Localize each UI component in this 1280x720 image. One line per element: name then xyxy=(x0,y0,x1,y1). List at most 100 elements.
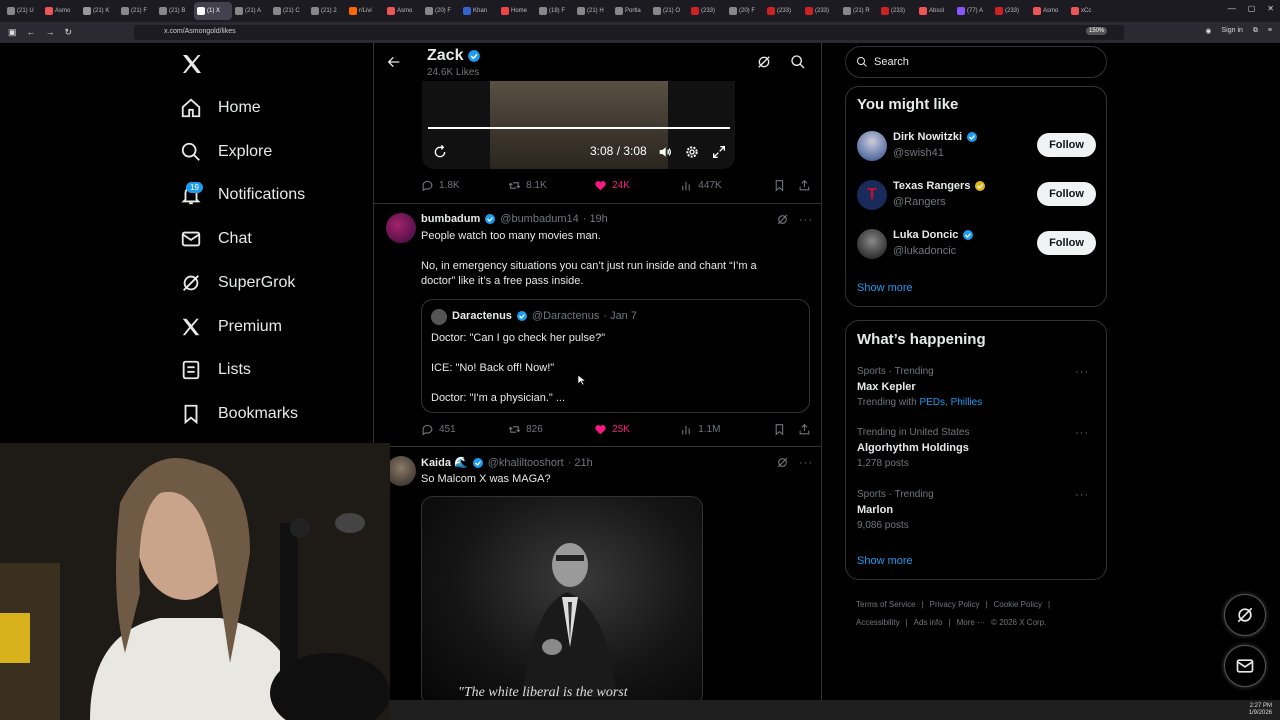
trend-item[interactable]: Sports · Trending Marlon 9,086 posts ··· xyxy=(857,489,1097,531)
like-button[interactable]: 25K xyxy=(594,423,680,436)
grok-icon[interactable] xyxy=(776,213,789,226)
timestamp[interactable]: · 21h xyxy=(568,457,593,469)
nav-supergrok[interactable]: SuperGrok xyxy=(180,268,295,298)
browser-tab[interactable]: r/Livi xyxy=(346,2,384,20)
window-controls[interactable]: — ▢ ✕ xyxy=(1228,4,1274,13)
follow-suggestion[interactable]: Luka Doncic @lukadoncic Follow xyxy=(857,227,1097,261)
browser-tab[interactable]: (21) F xyxy=(118,2,156,20)
rangers-logo-icon[interactable]: T xyxy=(857,180,887,210)
browser-tab[interactable]: (21) R xyxy=(840,2,878,20)
avatar[interactable] xyxy=(857,131,887,161)
follow-suggestion[interactable]: T Texas Rangers @Rangers Follow xyxy=(857,178,1097,212)
zoom-level[interactable]: 150% xyxy=(1086,27,1108,35)
footer-link[interactable]: Accessibility xyxy=(856,618,900,627)
extensions-icon[interactable]: ⧉ xyxy=(1253,27,1258,35)
grok-icon[interactable] xyxy=(776,456,789,469)
browser-tab[interactable]: (21) 2 xyxy=(308,2,346,20)
views-button[interactable]: 1.1M xyxy=(680,423,773,436)
follow-suggestion[interactable]: Dirk Nowitzki @swish41 Follow xyxy=(857,129,1097,163)
browser-tab[interactable]: (77) A xyxy=(954,2,992,20)
browser-tab[interactable]: (233) xyxy=(992,2,1030,20)
share-icon[interactable] xyxy=(798,423,811,436)
messages-fab-button[interactable] xyxy=(1224,645,1266,687)
handle[interactable]: @bumbadum14 xyxy=(500,213,578,225)
nav-premium[interactable]: Premium xyxy=(180,312,282,342)
avatar[interactable] xyxy=(386,213,416,243)
follow-button[interactable]: Follow xyxy=(1037,133,1096,157)
browser-tab[interactable]: (21) C xyxy=(270,2,308,20)
browser-tab[interactable]: Asmo xyxy=(384,2,422,20)
browser-tab[interactable]: (233) xyxy=(878,2,916,20)
reply-button[interactable]: 1.8K xyxy=(421,179,508,192)
refresh-icon[interactable] xyxy=(756,54,772,70)
bookmark-icon[interactable] xyxy=(773,179,786,192)
menu-icon[interactable]: ≡ xyxy=(1268,27,1272,35)
browser-tab[interactable]: Portla xyxy=(612,2,650,20)
sidebar-toggle-icon[interactable]: ▣ xyxy=(8,27,17,38)
trend-item[interactable]: Trending in United States Algorhythm Hol… xyxy=(857,427,1097,469)
nav-chat[interactable]: Chat xyxy=(180,224,252,254)
nav-bookmarks[interactable]: Bookmarks xyxy=(180,399,298,429)
like-button[interactable]: 24K xyxy=(594,179,680,192)
account-icon[interactable]: ◉ xyxy=(1205,27,1211,35)
views-button[interactable]: 447K xyxy=(680,179,773,192)
browser-tab[interactable]: (21) B xyxy=(156,2,194,20)
avatar[interactable] xyxy=(386,456,416,486)
browser-tab[interactable]: Khan xyxy=(460,2,498,20)
signin-button[interactable]: Sign in xyxy=(1222,27,1243,35)
browser-tab[interactable]: (233) xyxy=(688,2,726,20)
browser-tab[interactable]: (1) X xyxy=(194,2,232,20)
trend-link[interactable]: PEDs xyxy=(919,397,945,408)
footer-link[interactable]: Terms of Service xyxy=(856,600,916,609)
reload-icon[interactable]: ↻ xyxy=(65,27,73,38)
more-icon[interactable]: ··· xyxy=(1075,366,1089,378)
bookmark-icon[interactable] xyxy=(773,423,786,436)
video-progress-bar[interactable] xyxy=(428,127,730,129)
timestamp[interactable]: · 19h xyxy=(583,213,608,225)
nav-home[interactable]: Home xyxy=(180,93,261,123)
back-arrow-icon[interactable] xyxy=(386,54,402,70)
more-icon[interactable]: ··· xyxy=(1075,489,1089,501)
browser-tab[interactable]: (20) F xyxy=(422,2,460,20)
more-icon[interactable]: ··· xyxy=(799,214,813,226)
volume-icon[interactable] xyxy=(657,144,673,160)
show-more-link[interactable]: Show more xyxy=(857,282,913,294)
reply-button[interactable]: 451 xyxy=(421,423,508,436)
follow-button[interactable]: Follow xyxy=(1037,182,1096,206)
back-icon[interactable]: ← xyxy=(27,27,36,38)
search-input[interactable]: Search xyxy=(845,46,1107,78)
display-name[interactable]: bumbadum xyxy=(421,213,480,225)
footer-link[interactable]: Privacy Policy xyxy=(930,600,980,609)
nav-lists[interactable]: Lists xyxy=(180,355,251,385)
post-image[interactable]: "The white liberal is the worst xyxy=(421,496,703,700)
browser-tab[interactable]: (20) F xyxy=(726,2,764,20)
browser-tab[interactable]: (21) H xyxy=(574,2,612,20)
trend-link[interactable]: Phillies xyxy=(951,397,983,408)
avatar[interactable] xyxy=(857,229,887,259)
browser-tab[interactable]: Asmo xyxy=(42,2,80,20)
footer-link[interactable]: More ··· xyxy=(957,618,985,627)
browser-tab[interactable]: (21) O xyxy=(650,2,688,20)
forward-icon[interactable]: → xyxy=(46,27,55,38)
browser-tab[interactable]: (233) xyxy=(802,2,840,20)
browser-tab[interactable]: Asmo xyxy=(1030,2,1068,20)
browser-tab[interactable]: (21) U xyxy=(4,2,42,20)
browser-tab[interactable]: (233) xyxy=(764,2,802,20)
browser-tab[interactable]: (18) F xyxy=(536,2,574,20)
grok-fab-button[interactable] xyxy=(1224,594,1266,636)
url-field[interactable]: x.com/Asmongold/likes xyxy=(134,25,1124,40)
share-icon[interactable] xyxy=(798,179,811,192)
footer-link[interactable]: Ads info xyxy=(914,618,943,627)
search-icon[interactable] xyxy=(790,54,806,70)
more-icon[interactable]: ··· xyxy=(799,457,813,469)
trend-item[interactable]: Sports · Trending Max Kepler Trending wi… xyxy=(857,366,1097,408)
video-player[interactable]: 3:08 / 3:08 xyxy=(422,81,735,169)
replay-icon[interactable] xyxy=(432,144,448,160)
repost-button[interactable]: 826 xyxy=(508,423,594,436)
repost-button[interactable]: 8.1K xyxy=(508,179,594,192)
browser-tab[interactable]: Absol xyxy=(916,2,954,20)
follow-button[interactable]: Follow xyxy=(1037,231,1096,255)
handle[interactable]: @khaliltooshort xyxy=(488,457,564,469)
footer-link[interactable]: Cookie Policy xyxy=(994,600,1042,609)
system-tray-clock[interactable]: 2:27 PM 1/9/2026 xyxy=(1249,703,1272,717)
